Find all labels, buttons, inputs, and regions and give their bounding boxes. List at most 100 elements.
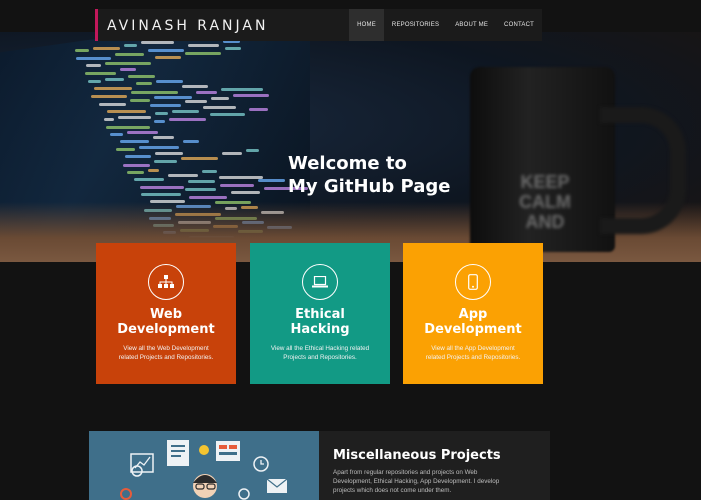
hero-title-line2: My GitHub Page xyxy=(288,176,451,197)
card-title: Web Development xyxy=(117,307,215,337)
code-line xyxy=(185,52,221,56)
code-line xyxy=(188,195,228,199)
brand-logo-text[interactable]: AVINASH RANJAN xyxy=(107,18,268,34)
code-line xyxy=(181,84,209,88)
code-line xyxy=(211,97,230,101)
code-line xyxy=(168,174,199,178)
card-ethical-hacking[interactable]: Ethical Hacking View all the Ethical Hac… xyxy=(250,243,390,384)
code-line xyxy=(127,75,156,79)
code-line xyxy=(98,102,126,106)
code-line xyxy=(224,47,242,51)
code-line xyxy=(115,52,145,56)
code-line xyxy=(141,41,174,45)
code-line xyxy=(133,178,165,182)
code-line xyxy=(155,79,183,83)
nav-home[interactable]: HOME xyxy=(349,9,384,41)
code-line xyxy=(141,193,182,197)
code-line xyxy=(86,64,101,68)
code-line xyxy=(188,179,216,183)
mobile-icon xyxy=(455,264,491,300)
code-line xyxy=(104,117,115,121)
nav-contact[interactable]: CONTACT xyxy=(496,9,542,41)
code-line xyxy=(154,151,183,155)
code-line xyxy=(139,185,185,189)
card-web-development[interactable]: Web Development View all the Web Develop… xyxy=(96,243,236,384)
code-line xyxy=(185,188,217,192)
code-line xyxy=(118,116,151,120)
code-line xyxy=(172,109,200,113)
code-line xyxy=(93,47,121,51)
code-line xyxy=(136,82,152,86)
hero-title: Welcome to My GitHub Page xyxy=(288,152,450,198)
misc-illustration xyxy=(89,431,319,500)
code-line xyxy=(231,190,261,194)
code-line xyxy=(220,87,264,91)
code-line xyxy=(154,119,166,123)
code-line xyxy=(107,109,146,113)
code-line xyxy=(154,95,193,99)
code-line xyxy=(147,168,160,172)
code-line xyxy=(153,136,174,139)
code-line xyxy=(203,105,236,109)
misc-title: Miscellaneous Projects xyxy=(333,448,501,463)
code-line xyxy=(219,176,264,180)
code-line xyxy=(104,77,124,81)
code-line xyxy=(130,98,151,102)
sitemap-icon xyxy=(148,264,184,300)
code-line xyxy=(110,133,124,137)
card-description: View all the Ethical Hacking related Pro… xyxy=(270,345,370,361)
code-line xyxy=(155,55,182,59)
code-line xyxy=(169,118,207,122)
code-line xyxy=(202,170,218,174)
code-line xyxy=(76,57,112,61)
hero-mug-handle xyxy=(600,107,686,234)
laptop-icon xyxy=(302,264,338,300)
card-title: App Development xyxy=(424,307,522,337)
card-app-development[interactable]: App Development View all the App Develop… xyxy=(403,243,543,384)
code-line xyxy=(180,156,218,160)
code-line xyxy=(131,90,178,94)
code-line xyxy=(221,151,242,155)
misc-projects-section: Miscellaneous Projects Apart from regula… xyxy=(89,431,550,500)
misc-description: Apart from regular repositories and proj… xyxy=(333,469,500,494)
hero-banner: KEEP CALM AND Welcome to My GitHub Page xyxy=(0,32,701,262)
code-line xyxy=(116,148,135,152)
code-line xyxy=(87,79,101,83)
nav-about-me[interactable]: ABOUT ME xyxy=(447,9,496,41)
card-description: View all the App Development related Pro… xyxy=(425,345,521,361)
card-description: View all the Web Development related Pro… xyxy=(118,345,214,361)
code-line xyxy=(149,104,181,108)
code-line xyxy=(220,183,255,187)
top-nav-bar: AVINASH RANJAN HOME REPOSITORIES ABOUT M… xyxy=(95,9,542,41)
main-nav: HOME REPOSITORIES ABOUT ME CONTACT xyxy=(349,9,542,41)
mug-print: KEEP CALM AND xyxy=(519,172,571,232)
code-line xyxy=(233,94,270,98)
code-line xyxy=(106,125,151,129)
code-line xyxy=(196,90,217,94)
code-line xyxy=(148,48,184,52)
code-line xyxy=(74,49,90,53)
code-line xyxy=(138,145,179,149)
code-line xyxy=(91,95,128,99)
code-line xyxy=(119,68,136,72)
code-line xyxy=(84,72,116,76)
code-line xyxy=(187,43,220,47)
code-line xyxy=(124,43,138,47)
code-line xyxy=(104,61,152,65)
brand-accent-bar xyxy=(95,9,98,41)
hero-title-line1: Welcome to xyxy=(288,153,407,174)
code-line xyxy=(210,113,246,117)
code-line xyxy=(154,111,169,115)
nav-repositories[interactable]: REPOSITORIES xyxy=(384,9,447,41)
code-line xyxy=(120,139,150,143)
card-title: Ethical Hacking xyxy=(290,307,350,337)
code-line xyxy=(184,100,208,104)
code-line xyxy=(122,163,150,167)
code-line xyxy=(182,140,200,144)
code-line xyxy=(153,159,177,163)
code-line xyxy=(245,148,259,152)
code-line xyxy=(93,87,133,91)
code-line xyxy=(125,155,151,159)
code-line xyxy=(126,171,144,175)
code-line xyxy=(127,131,158,135)
